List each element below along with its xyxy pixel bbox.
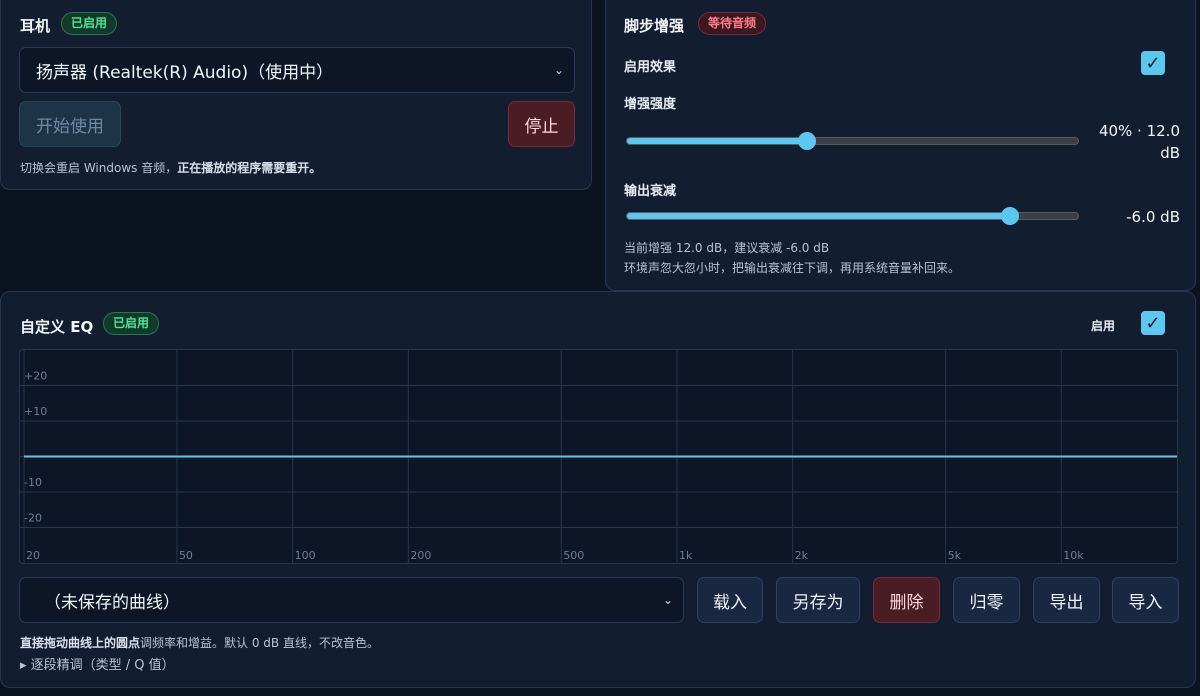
strength-value: 40% · 12.0 dB — [1098, 122, 1180, 162]
eq-y-tick-label: +10 — [24, 405, 47, 418]
load-button[interactable]: 载入 — [697, 577, 763, 623]
enable-effect-label: 启用效果 — [624, 60, 677, 75]
advanced-tuning-toggle[interactable]: ▸ 逐段精调（类型 / Q 值） — [20, 654, 175, 673]
curve-preset-value: （未保存的曲线） — [44, 592, 180, 613]
eq-hint: 直接拖动曲线上的圆点调频率和增益。默认 0 dB 直线，不改音色。 — [20, 634, 379, 651]
attenuation-slider-thumb[interactable] — [1001, 207, 1020, 225]
footstep-info-line1: 当前增强 12.0 dB，建议衰减 -6.0 dB — [624, 241, 830, 255]
eq-enable-label: 启用 — [1091, 319, 1116, 333]
headphone-note-text: 切换会重启 Windows 音频， — [20, 161, 178, 175]
delete-button[interactable]: 删除 — [873, 577, 940, 623]
footstep-info-line2: 环境声忽大忽小时，把输出衰减往下调，再用系统音量补回来。 — [624, 261, 961, 275]
output-device-value: 扬声器 (Realtek(R) Audio)（使用中） — [36, 62, 334, 83]
strength-slider-fill — [627, 138, 808, 144]
enable-effect-checkbox[interactable]: ✓ — [1141, 51, 1165, 75]
eq-y-tick-label: +20 — [24, 370, 47, 383]
headphone-note-warning: 正在播放的程序需要重开。 — [177, 161, 322, 175]
eq-x-tick-label: 100 — [295, 549, 316, 562]
save-as-button[interactable]: 另存为 — [776, 577, 860, 623]
strength-slider[interactable] — [626, 132, 1079, 150]
export-button[interactable]: 导出 — [1033, 577, 1100, 623]
reset-button[interactable]: 归零 — [953, 577, 1020, 623]
headphone-note: 切换会重启 Windows 音频，正在播放的程序需要重开。 — [20, 159, 321, 176]
eq-hint-text: 调频率和增益。默认 0 dB 直线，不改音色。 — [140, 636, 379, 650]
headphone-title: 耳机 — [20, 17, 51, 35]
eq-x-tick-label: 1k — [679, 549, 693, 562]
attenuation-slider-fill — [627, 213, 1011, 219]
eq-title: 自定义 EQ — [20, 318, 94, 336]
curve-preset-select[interactable]: （未保存的曲线） ⌄ — [19, 577, 684, 623]
eq-panel: 自定义 EQ 已启用 启用 ✓ +20 +10 -10 -20 20 50 100 200 50… — [0, 291, 1196, 688]
headphone-panel: 耳机 已启用 扬声器 (Realtek(R) Audio)（使用中） ⌄ 开始使… — [0, 0, 592, 190]
eq-x-tick-label: 10k — [1063, 549, 1084, 562]
chevron-down-icon: ⌄ — [662, 593, 673, 607]
strength-slider-thumb[interactable] — [798, 132, 817, 150]
attenuation-label: 输出衰减 — [624, 184, 677, 199]
eq-curve-graph[interactable]: +20 +10 -10 -20 20 50 100 200 500 1k 2k 5k 10k — [19, 349, 1178, 564]
check-icon: ✓ — [1145, 52, 1161, 74]
eq-status-badge: 已启用 — [103, 312, 160, 335]
start-button[interactable]: 开始使用 — [19, 101, 121, 147]
chevron-down-icon: ⌄ — [553, 63, 564, 77]
footstep-status-badge: 等待音频 — [698, 12, 767, 35]
attenuation-value: -6.0 dB — [1126, 208, 1180, 226]
eq-y-tick-label: -20 — [24, 512, 42, 525]
eq-x-tick-label: 20 — [26, 549, 40, 562]
eq-x-tick-label: 200 — [410, 549, 431, 562]
eq-x-tick-label: 5k — [948, 549, 962, 562]
eq-chart[interactable]: +20 +10 -10 -20 20 50 100 200 500 1k 2k 5k 10k — [20, 350, 1177, 563]
stop-button[interactable]: 停止 — [508, 101, 575, 147]
eq-x-tick-label: 50 — [179, 549, 193, 562]
output-device-select[interactable]: 扬声器 (Realtek(R) Audio)（使用中） ⌄ — [19, 47, 575, 93]
eq-enable-checkbox[interactable]: ✓ — [1141, 311, 1165, 335]
strength-label: 增强强度 — [624, 97, 677, 112]
eq-x-tick-label: 2k — [795, 549, 809, 562]
attenuation-slider[interactable] — [626, 207, 1079, 225]
eq-hint-emphasis: 直接拖动曲线上的圆点 — [20, 636, 141, 650]
check-icon: ✓ — [1145, 312, 1161, 334]
headphone-status-badge: 已启用 — [61, 12, 118, 35]
import-button[interactable]: 导入 — [1112, 577, 1179, 623]
eq-x-tick-label: 500 — [563, 549, 584, 562]
footstep-panel: 脚步增强 等待音频 启用效果 ✓ 增强强度 40% · 12.0 dB 输出衰减… — [605, 0, 1196, 291]
footstep-title: 脚步增强 — [624, 17, 685, 35]
eq-y-tick-label: -10 — [24, 476, 42, 489]
